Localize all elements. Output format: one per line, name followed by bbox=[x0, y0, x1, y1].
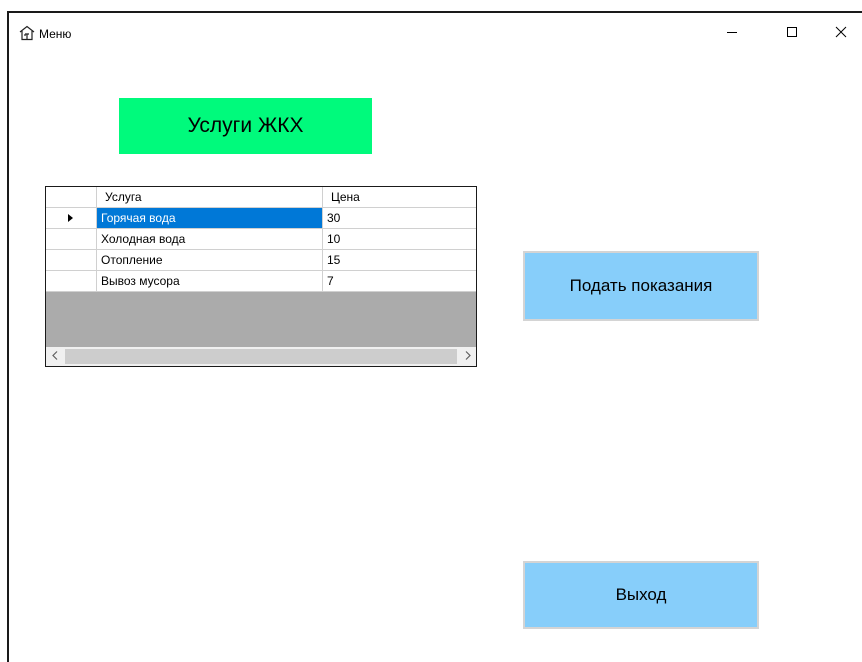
scrollbar-thumb[interactable] bbox=[65, 349, 457, 364]
cell-service[interactable]: Вывоз мусора bbox=[97, 271, 323, 292]
maximize-button[interactable] bbox=[769, 13, 815, 55]
scroll-right-button[interactable] bbox=[459, 347, 476, 366]
minimize-button[interactable] bbox=[709, 13, 755, 55]
column-header-price[interactable]: Цена bbox=[323, 187, 476, 208]
row-header-corner[interactable] bbox=[46, 187, 97, 208]
row-header[interactable] bbox=[46, 208, 97, 229]
close-button[interactable] bbox=[818, 13, 862, 55]
cell-service[interactable]: Отопление bbox=[97, 250, 323, 271]
cell-price[interactable]: 15 bbox=[323, 250, 476, 271]
grid-header-row: Услуга Цена bbox=[46, 187, 476, 208]
table-row[interactable]: Горячая вода 30 bbox=[46, 208, 476, 229]
row-header[interactable] bbox=[46, 271, 97, 292]
cell-service[interactable]: Горячая вода bbox=[97, 208, 323, 229]
exit-button[interactable]: Выход bbox=[523, 561, 759, 629]
minimize-icon bbox=[726, 25, 738, 43]
column-header-service[interactable]: Услуга bbox=[97, 187, 323, 208]
cell-price[interactable]: 30 bbox=[323, 208, 476, 229]
cell-price[interactable]: 7 bbox=[323, 271, 476, 292]
cell-service[interactable]: Холодная вода bbox=[97, 229, 323, 250]
scroll-left-button[interactable] bbox=[46, 347, 63, 366]
submit-readings-button[interactable]: Подать показания bbox=[523, 251, 759, 321]
table-row[interactable]: Вывоз мусора 7 bbox=[46, 271, 476, 292]
horizontal-scrollbar[interactable] bbox=[46, 347, 476, 366]
current-row-indicator-icon bbox=[68, 211, 74, 225]
maximize-icon bbox=[786, 25, 798, 43]
table-row[interactable]: Холодная вода 10 bbox=[46, 229, 476, 250]
services-grid[interactable]: Услуга Цена Горячая вода 30 Холодная вод… bbox=[45, 186, 477, 367]
services-banner: Услуги ЖКХ bbox=[119, 98, 372, 154]
cell-price[interactable]: 10 bbox=[323, 229, 476, 250]
close-icon bbox=[835, 25, 847, 43]
row-header[interactable] bbox=[46, 250, 97, 271]
window-title: Меню bbox=[39, 27, 72, 41]
title-bar[interactable]: Меню bbox=[9, 13, 862, 55]
app-icon bbox=[19, 25, 35, 41]
row-header[interactable] bbox=[46, 229, 97, 250]
table-row[interactable]: Отопление 15 bbox=[46, 250, 476, 271]
chevron-left-icon bbox=[51, 350, 58, 363]
chevron-right-icon bbox=[465, 350, 471, 363]
main-window: Меню Услуги ЖКХ Услуга Цена Горячая вода… bbox=[7, 11, 862, 662]
